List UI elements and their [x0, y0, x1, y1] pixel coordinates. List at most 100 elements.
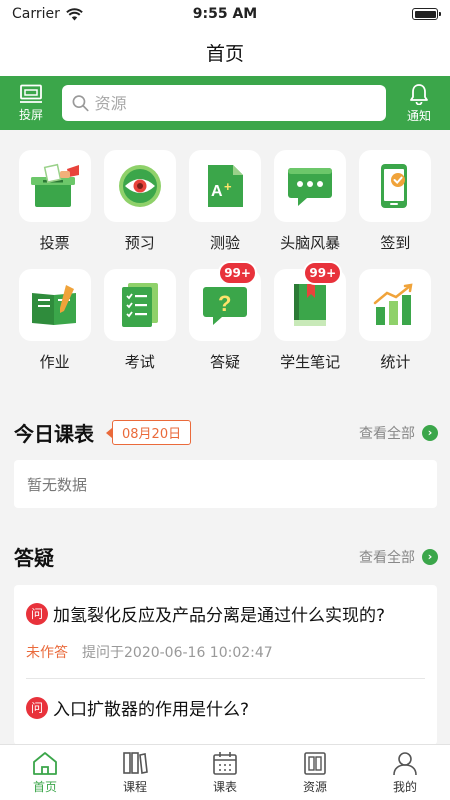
qa-meta: 未作答 提问于2020-06-16 10:02:47: [26, 642, 425, 662]
search-icon: [72, 95, 89, 112]
view-all-label: 查看全部: [359, 425, 415, 442]
tile: [274, 150, 347, 222]
schedule-header: 今日课表 08月20日 查看全部 ›: [14, 418, 438, 447]
phone-check-icon: [381, 164, 408, 208]
carrier-info: Carrier: [12, 6, 83, 22]
grid-item-vote[interactable]: 投票: [12, 150, 97, 253]
grid-item-student-notes[interactable]: 99+ 学生笔记: [268, 261, 353, 372]
grid-label: 投票: [39, 234, 70, 252]
bar-stats-icon: [374, 283, 413, 325]
tab-label: 我的: [392, 780, 417, 794]
feature-grid: 投票 预习 A + 测验 头脑风暴 签到 作业 考试 ? 99+ 答疑 99+ …: [12, 150, 438, 372]
tile: [359, 150, 432, 222]
unread-badge: 99+: [218, 261, 257, 285]
ask-icon: 问: [26, 602, 48, 625]
notification-button[interactable]: 通知: [398, 83, 440, 124]
tile: 99+: [274, 261, 347, 341]
ballot-box-icon: [30, 163, 79, 207]
grade-doc-icon: A +: [207, 165, 243, 207]
toolbar: 投屏 通知: [0, 76, 450, 130]
schedule-date-tag: 08月20日: [112, 420, 192, 445]
grid-label: 统计: [380, 353, 411, 371]
tab-profile[interactable]: 我的: [375, 750, 435, 795]
schedule-view-all-link[interactable]: 查看全部 ›: [359, 423, 438, 443]
chat-bubble-icon: [288, 168, 333, 206]
tile: [103, 150, 176, 222]
chevron-right-icon: ›: [422, 424, 438, 441]
grid-item-homework[interactable]: 作业: [12, 269, 97, 372]
empty-text: 暂无数据: [27, 475, 88, 494]
grid-label: 头脑风暴: [280, 234, 341, 252]
tab-resources[interactable]: 资源: [285, 750, 345, 795]
tab-schedule[interactable]: 课表: [195, 750, 255, 795]
notification-label: 通知: [406, 108, 431, 123]
tab-label: 资源: [302, 780, 327, 794]
qa-title: 答疑: [14, 546, 54, 570]
tile: [18, 150, 91, 222]
qa-view-all-link[interactable]: 查看全部 ›: [359, 547, 438, 567]
question-icon: ?: [202, 287, 247, 325]
tab-label: 首页: [32, 780, 57, 794]
grid-item-quiz[interactable]: A + 测验: [182, 150, 267, 253]
grid-item-checkin[interactable]: 签到: [353, 150, 438, 253]
svg-text:+: +: [224, 179, 232, 194]
grid-label: 学生笔记: [280, 353, 341, 371]
home-icon: [33, 752, 57, 775]
qa-status: 未作答: [26, 645, 68, 661]
books-icon: [123, 752, 148, 774]
bell-icon: [410, 83, 428, 105]
grid-item-qa[interactable]: ? 99+ 答疑: [182, 261, 267, 372]
tab-courses[interactable]: 课程: [105, 750, 165, 795]
cast-screen-button[interactable]: 投屏: [10, 84, 52, 123]
wifi-icon: [66, 7, 83, 20]
grid-item-statistics[interactable]: 统计: [353, 269, 438, 372]
qa-header: 答疑 查看全部 ›: [14, 542, 438, 571]
tab-home[interactable]: 首页: [15, 750, 75, 795]
battery-icon: [412, 8, 441, 20]
view-all-label: 查看全部: [359, 549, 415, 566]
tab-label: 课表: [212, 780, 237, 794]
tab-bar: 首页 课程 课表 资源 我的: [0, 744, 450, 800]
schedule-title: 今日课表: [14, 422, 94, 446]
cast-screen-label: 投屏: [18, 107, 43, 122]
calendar-icon: [213, 752, 237, 775]
tile: ? 99+: [188, 261, 261, 341]
search-input[interactable]: [94, 93, 376, 113]
nav-bar: 首页: [0, 28, 450, 76]
search-box[interactable]: [62, 85, 386, 121]
tab-label: 课程: [122, 780, 147, 794]
carrier-name: Carrier: [12, 6, 60, 22]
status-bar: Carrier 9:55 AM: [0, 0, 450, 28]
user-icon: [393, 752, 417, 776]
exam-icon: [121, 283, 158, 327]
qa-card: 问 加氢裂化反应及产品分离是通过什么实现的? 未作答 提问于2020-06-16…: [14, 585, 437, 745]
grid-item-preview[interactable]: 预习: [97, 150, 182, 253]
resources-icon: [304, 752, 326, 775]
svg-text:A: A: [211, 183, 223, 200]
grid-label: 考试: [124, 353, 155, 371]
tile: A +: [188, 150, 261, 222]
eye-icon: [118, 165, 161, 207]
schedule-empty-card: 暂无数据: [14, 460, 437, 508]
qa-time: 提问于2020-06-16 10:02:47: [82, 645, 273, 661]
qa-question: 入口扩散器的作用是什么?: [53, 700, 250, 720]
qa-question-row: 问 入口扩散器的作用是什么?: [26, 695, 425, 720]
grid-item-exam[interactable]: 考试: [97, 269, 182, 372]
grid-label: 预习: [124, 234, 155, 252]
chevron-right-icon: ›: [422, 548, 438, 565]
qa-question-row: 问 加氢裂化反应及产品分离是通过什么实现的?: [26, 601, 425, 626]
page-title: 首页: [205, 42, 244, 65]
ask-icon: 问: [26, 696, 48, 719]
svg-text:?: ?: [218, 291, 231, 316]
grid-label: 签到: [380, 234, 411, 252]
qa-question: 加氢裂化反应及产品分离是通过什么实现的?: [53, 606, 386, 626]
tile: [359, 269, 432, 341]
unread-badge: 99+: [303, 261, 343, 285]
grid-item-brainstorm[interactable]: 头脑风暴: [268, 150, 353, 253]
homework-icon: [31, 285, 76, 325]
qa-item[interactable]: 问 入口扩散器的作用是什么?: [14, 679, 437, 720]
cast-screen-icon: [20, 84, 42, 103]
qa-item[interactable]: 问 加氢裂化反应及产品分离是通过什么实现的? 未作答 提问于2020-06-16…: [14, 585, 437, 679]
tile: [18, 269, 91, 341]
notebook-icon: [294, 284, 327, 326]
